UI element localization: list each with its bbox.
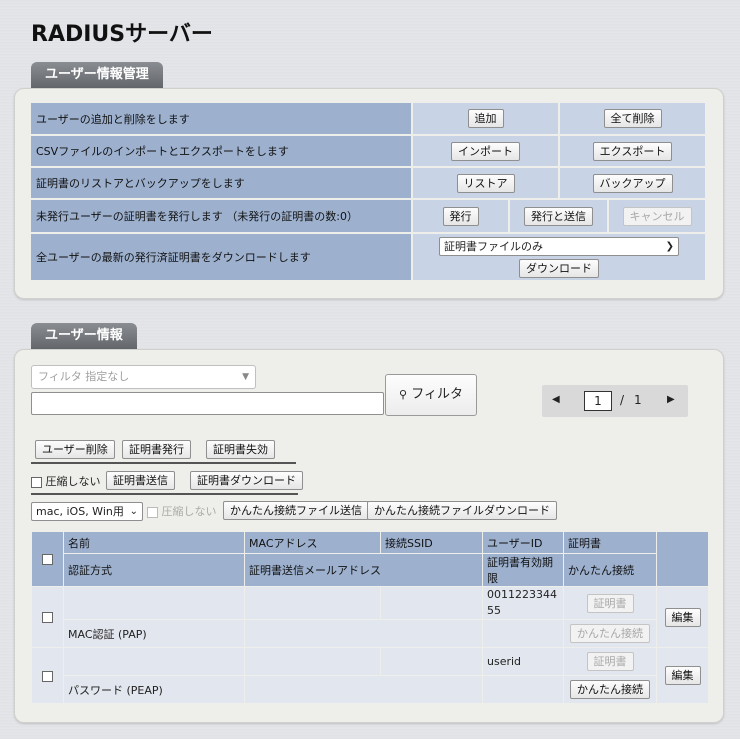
search-icon: ⚲ — [399, 388, 408, 401]
header-user-id: ユーザーID — [482, 531, 564, 554]
mgmt-desc: 未発行ユーザーの証明書を発行します （未発行の証明書の数:0） — [31, 199, 413, 234]
page-separator: / — [620, 393, 625, 407]
header-expiry: 証明書有効期限 — [482, 553, 564, 587]
chevron-down-icon: ❯ — [665, 240, 674, 252]
pager: ◀ 1 / 1 ▶ — [542, 385, 688, 417]
table-header-row: 認証方式 証明書送信メールアドレス 証明書有効期限 かんたん接続 — [32, 553, 709, 587]
edit-button[interactable]: 編集 — [664, 666, 701, 685]
header-mac: MACアドレス — [244, 531, 381, 554]
header-easy: かんたん接続 — [563, 553, 657, 587]
cell-email — [244, 675, 483, 704]
header-auth: 認証方式 — [63, 553, 245, 587]
prev-page-icon[interactable]: ◀ — [552, 394, 560, 405]
header-cert: 証明書 — [563, 531, 657, 554]
table-row: パスワード (PEAP) かんたん接続 — [32, 675, 709, 704]
mgmt-row-restore: 証明書のリストアとバックアップをします リストア バックアップ — [31, 167, 707, 200]
no-compress-easy-option[interactable]: 圧縮しない — [147, 503, 217, 519]
delete-all-button[interactable]: 全て削除 — [603, 109, 662, 128]
user-table: 名前 MACアドレス 接続SSID ユーザーID 証明書 認証方式 証明書送信メ… — [31, 531, 709, 704]
issue-and-send-button[interactable]: 発行と送信 — [524, 206, 593, 226]
page-number-input[interactable]: 1 — [584, 391, 612, 411]
mgmt-desc: ユーザーの追加と削除をします — [31, 103, 413, 136]
page-title: RADIUSサーバー — [31, 22, 213, 47]
cell-ssid — [380, 586, 483, 620]
cell-auth: パスワード (PEAP) — [63, 675, 245, 704]
cell-user-id: 0011223344 55 — [482, 586, 564, 620]
users-tab-label: ユーザー情報 — [31, 323, 137, 349]
download-easy-file-button[interactable]: かんたん接続ファイルダウンロード — [367, 501, 557, 520]
cancel-button[interactable]: キャンセル — [622, 206, 692, 226]
header-email: 証明書送信メールアドレス — [244, 553, 483, 587]
easy-connect-button[interactable]: かんたん接続 — [570, 624, 650, 643]
download-type-select[interactable]: 証明書ファイルのみ ❯ — [439, 236, 679, 256]
mgmt-row-csv: CSVファイルのインポートとエクスポートをします インポート エクスポート — [31, 135, 707, 168]
send-easy-file-button[interactable]: かんたん接続ファイル送信 — [223, 501, 369, 520]
revoke-cert-button[interactable]: 証明書失効 — [206, 440, 275, 459]
easy-connect-button[interactable]: かんたん接続 — [570, 680, 650, 699]
cell-email — [244, 619, 483, 648]
table-row: userid 証明書 編集 — [31, 647, 709, 704]
download-cert-button[interactable]: 証明書ダウンロード — [190, 471, 303, 490]
mgmt-desc: 証明書のリストアとバックアップをします — [31, 167, 413, 200]
os-select-value: mac, iOS, Win用 — [36, 505, 124, 518]
cell-expiry — [482, 675, 564, 704]
add-button[interactable]: 追加 — [467, 109, 504, 128]
management-panel: ユーザーの追加と削除をします 追加 全て削除 CSVファイルのインポートとエクス… — [14, 88, 724, 299]
divider — [31, 493, 298, 495]
header-name: 名前 — [63, 531, 245, 554]
management-table: ユーザーの追加と削除をします 追加 全て削除 CSVファイルのインポートとエクス… — [31, 103, 707, 282]
os-select[interactable]: mac, iOS, Win用 ⌄ — [31, 502, 143, 521]
no-compress-label: 圧縮しない — [45, 475, 101, 488]
filter-select-value: フィルタ 指定なし — [38, 370, 130, 383]
delete-user-button[interactable]: ユーザー削除 — [35, 440, 115, 459]
filter-select[interactable]: フィルタ 指定なし ▼ — [31, 365, 256, 389]
restore-button[interactable]: リストア — [456, 173, 515, 193]
export-button[interactable]: エクスポート — [592, 141, 673, 161]
table-header-row: 名前 MACアドレス 接続SSID ユーザーID 証明書 — [31, 531, 709, 587]
cell-auth: MAC認証 (PAP) — [63, 619, 245, 648]
cell-ssid — [380, 647, 483, 676]
send-cert-button[interactable]: 証明書送信 — [106, 471, 175, 490]
cell-user-id: userid — [482, 647, 564, 676]
divider — [31, 462, 296, 464]
cell-mac — [244, 647, 381, 676]
header-ssid: 接続SSID — [380, 531, 483, 554]
table-row: 0011223344 55 証明書 編集 — [31, 586, 709, 648]
cell-name — [63, 647, 245, 676]
download-button[interactable]: ダウンロード — [519, 258, 599, 278]
dropdown-arrow-icon: ▼ — [242, 372, 249, 382]
no-compress-easy-checkbox[interactable] — [147, 506, 158, 518]
import-button[interactable]: インポート — [451, 141, 520, 161]
issue-button[interactable]: 発行 — [442, 206, 479, 226]
mgmt-desc: CSVファイルのインポートとエクスポートをします — [31, 135, 413, 168]
cell-expiry — [482, 619, 564, 648]
cell-name — [63, 586, 245, 620]
no-compress-cert-option[interactable]: 圧縮しない — [31, 473, 101, 489]
cert-button[interactable]: 証明書 — [586, 652, 634, 671]
mgmt-desc: 全ユーザーの最新の発行済証明書をダウンロードします — [31, 233, 413, 282]
row-checkbox[interactable] — [42, 612, 53, 623]
chevron-down-icon: ⌄ — [129, 506, 138, 517]
filter-button-label: フィルタ — [411, 387, 463, 402]
users-panel: フィルタ 指定なし ▼ ⚲ フィルタ ◀ 1 / 1 ▶ ユーザー削除 証明書発… — [14, 349, 724, 723]
total-pages: 1 — [634, 393, 642, 407]
mgmt-row-issue: 未発行ユーザーの証明書を発行します （未発行の証明書の数:0） 発行 発行と送信… — [31, 199, 707, 234]
download-type-value: 証明書ファイルのみ — [444, 239, 543, 253]
no-compress-checkbox[interactable] — [31, 476, 42, 488]
issue-cert-button[interactable]: 証明書発行 — [122, 440, 191, 459]
mgmt-row-download: 全ユーザーの最新の発行済証明書をダウンロードします 証明書ファイルのみ ❯ ダウ… — [31, 233, 707, 282]
next-page-icon[interactable]: ▶ — [667, 394, 675, 405]
mgmt-row-add-delete: ユーザーの追加と削除をします 追加 全て削除 — [31, 103, 707, 136]
backup-button[interactable]: バックアップ — [592, 173, 673, 193]
row-checkbox[interactable] — [42, 670, 53, 682]
cell-mac — [244, 586, 381, 620]
no-compress-easy-label: 圧縮しない — [161, 505, 217, 518]
table-row: MAC認証 (PAP) かんたん接続 — [32, 619, 709, 648]
management-tab-label: ユーザー情報管理 — [31, 62, 163, 88]
cert-button[interactable]: 証明書 — [586, 593, 634, 613]
filter-text-input[interactable] — [31, 392, 384, 415]
filter-button[interactable]: ⚲ フィルタ — [385, 374, 477, 416]
edit-button[interactable]: 編集 — [664, 607, 701, 627]
select-all-checkbox[interactable] — [42, 554, 53, 565]
